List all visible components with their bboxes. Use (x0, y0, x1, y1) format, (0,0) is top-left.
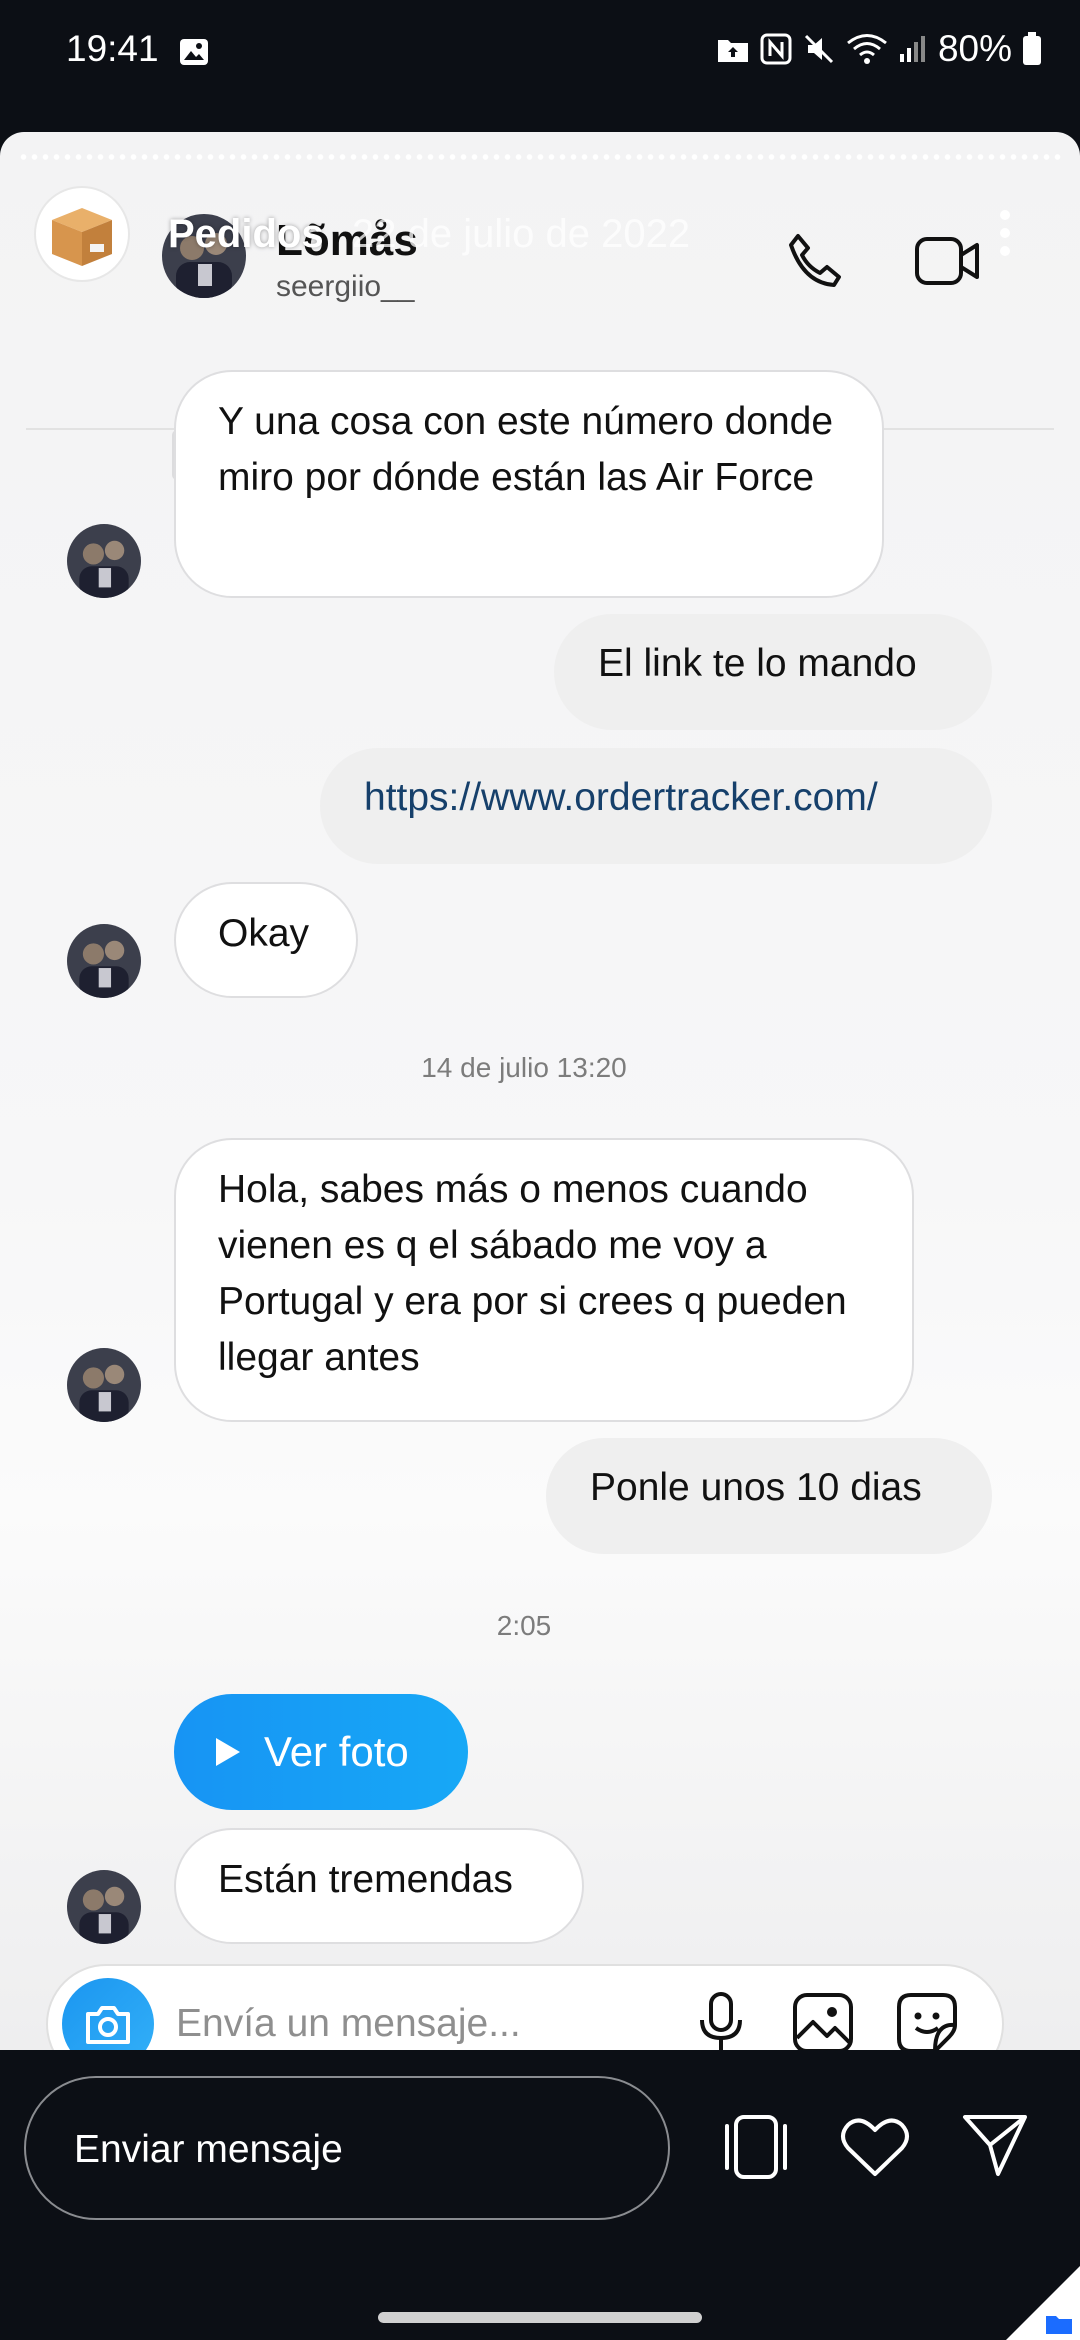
status-bar: 19:41 80% (0, 0, 1080, 84)
tracking-link[interactable]: https://www.ordertracker.com/ (364, 776, 878, 819)
message-outgoing: Ponle unos 10 dias (546, 1438, 992, 1554)
message-text: Okay (218, 912, 310, 955)
sender-avatar (67, 1870, 141, 1944)
message-composer[interactable]: Envía un mensaje... (46, 1964, 1004, 2050)
message-text: El link te lo mando (598, 642, 917, 685)
mute-icon (804, 34, 833, 64)
message-incoming: Y una cosa con este número donde miro po… (174, 370, 884, 598)
message-outgoing: El link te lo mando (554, 614, 992, 730)
play-icon (216, 1738, 240, 1766)
battery-percent: 80% (937, 28, 1012, 69)
composer-placeholder[interactable]: Envía un mensaje... (176, 2002, 521, 2046)
reply-placeholder: Enviar mensaje (74, 2128, 343, 2171)
wifi-icon (847, 34, 887, 64)
message-text: Están tremendas (218, 1858, 513, 1901)
timestamp: 14 de julio 13:20 (421, 1052, 627, 1083)
package-icon (52, 208, 112, 266)
story-reply-input[interactable]: Enviar mensaje (24, 2076, 670, 2220)
signal-icon (899, 36, 925, 62)
battery-icon (1023, 32, 1041, 65)
message-text: Ponle unos 10 dias (590, 1466, 922, 1509)
status-time: 19:41 (66, 28, 159, 69)
sticker-icon[interactable] (896, 1992, 958, 2050)
message-incoming: Okay (174, 882, 358, 998)
timestamp: 2:05 (496, 1610, 552, 1641)
message-incoming: Hola, sabes más o menos cuando vienen es… (174, 1138, 914, 1422)
gallery-icon[interactable] (792, 1992, 854, 2050)
story-header: Pedidos 22 de julio de 2022 (0, 132, 1080, 302)
layout-icon[interactable] (720, 2114, 792, 2180)
story-card[interactable]: Lõmås seergiio__ Pedidos 22 de julio de … (0, 132, 1080, 2050)
view-photo-button[interactable]: Ver foto (174, 1694, 468, 1810)
camera-icon (86, 2006, 130, 2044)
message-incoming: Están tremendas (174, 1828, 584, 1944)
upload-folder-icon (717, 40, 748, 62)
heart-icon[interactable] (840, 2116, 910, 2178)
sender-avatar (67, 1348, 141, 1422)
gallery-notification-icon (180, 39, 208, 65)
story-username[interactable]: Pedidos (168, 212, 324, 257)
status-icons: 80% (716, 28, 1042, 70)
sender-avatar (67, 924, 141, 998)
story-date: 22 de julio de 2022 (352, 212, 691, 256)
send-icon[interactable] (962, 2112, 1028, 2178)
more-options-icon[interactable] (998, 208, 1012, 258)
message-text: Y una cosa con este número donde miro po… (218, 400, 834, 499)
nfc-icon (760, 33, 792, 65)
microphone-icon[interactable] (698, 1992, 744, 2050)
story-avatar[interactable] (36, 188, 128, 280)
message-outgoing-link[interactable]: https://www.ordertracker.com/ (320, 748, 992, 864)
camera-button[interactable] (62, 1978, 154, 2050)
message-text: Hola, sabes más o menos cuando vienen es… (218, 1168, 847, 1379)
home-indicator[interactable] (378, 2312, 702, 2323)
sender-avatar (67, 524, 141, 598)
screenshot-badge-icon (1006, 2266, 1080, 2340)
view-photo-label: Ver foto (264, 1728, 409, 1775)
